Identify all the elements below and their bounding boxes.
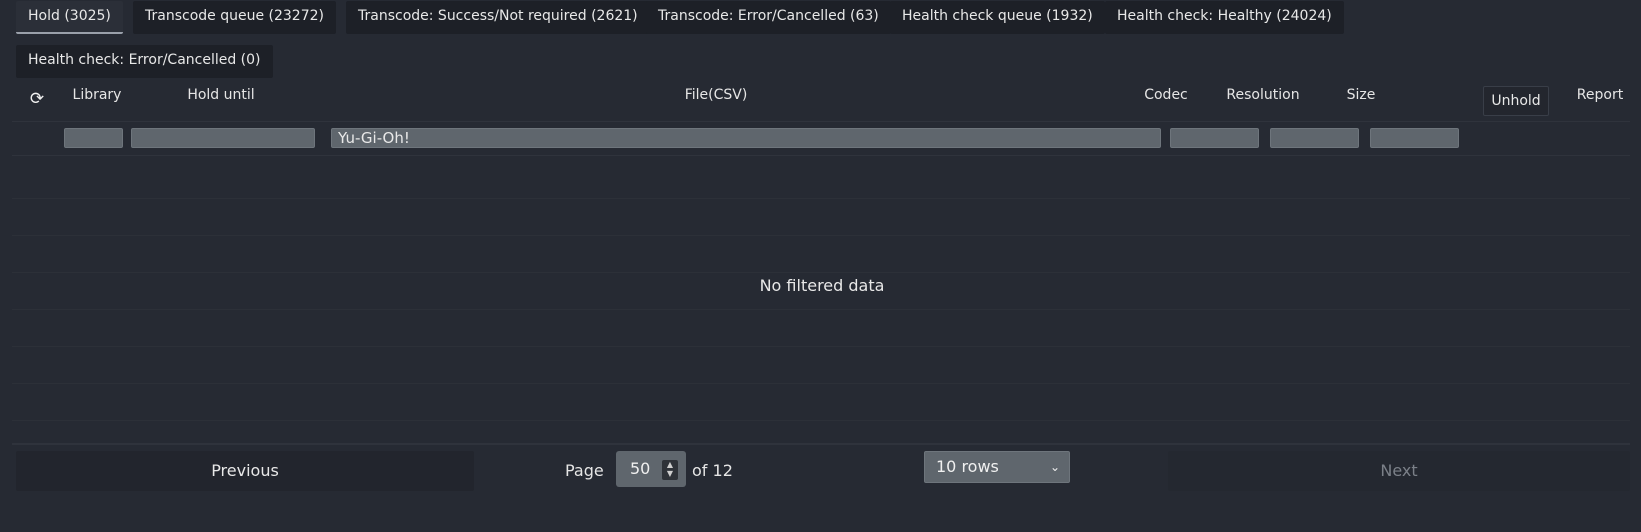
previous-button[interactable]: Previous	[16, 451, 474, 491]
column-resolution[interactable]: Resolution	[1214, 80, 1312, 122]
tab-health-check-queue[interactable]: Health check queue (1932)	[890, 1, 1105, 34]
row-divider	[12, 272, 1630, 273]
spinner-arrows-icon[interactable]: ▲ ▼	[662, 460, 678, 480]
rows-per-page-select[interactable]: 10 rows ⌄	[924, 451, 1070, 483]
chevron-down-icon: ⌄	[1049, 460, 1060, 474]
row-divider	[12, 346, 1630, 347]
column-library[interactable]: Library	[66, 80, 128, 122]
rows-per-page-value: 10 rows	[936, 457, 999, 476]
file-filter-input[interactable]: Yu-Gi-Oh!	[331, 128, 1161, 148]
filter-row: Yu-Gi-Oh!	[12, 122, 1630, 156]
resolution-filter-input[interactable]	[1270, 128, 1359, 148]
page-number-input[interactable]: 50 ▲ ▼	[616, 451, 686, 487]
row-divider	[12, 198, 1630, 199]
size-filter-input[interactable]	[1370, 128, 1459, 148]
column-hold-until[interactable]: Hold until	[132, 80, 310, 122]
empty-message: No filtered data	[759, 276, 885, 295]
next-button[interactable]: Next	[1168, 451, 1630, 491]
page-number-value: 50	[630, 459, 651, 478]
hold-table: ⟳ Library Hold until File(CSV) Codec Res…	[12, 80, 1630, 444]
codec-filter-input[interactable]	[1170, 128, 1259, 148]
column-file[interactable]: File(CSV)	[316, 80, 1116, 122]
row-divider	[12, 235, 1630, 236]
column-report[interactable]: Report	[1570, 80, 1630, 122]
page-label: Page	[565, 461, 604, 480]
row-divider	[12, 383, 1630, 384]
library-filter-input[interactable]	[64, 128, 123, 148]
pagination: Previous Page 50 ▲ ▼ of 12 10 rows ⌄ Next	[12, 443, 1630, 492]
tab-transcode-success[interactable]: Transcode: Success/Not required (2621)	[346, 1, 650, 34]
page-count-label: of 12	[692, 461, 733, 480]
tab-transcode-queue[interactable]: Transcode queue (23272)	[133, 1, 336, 34]
hold-until-filter-input[interactable]	[131, 128, 315, 148]
tab-health-check-error[interactable]: Health check: Error/Cancelled (0)	[16, 45, 273, 78]
column-size[interactable]: Size	[1314, 80, 1408, 122]
unhold-button[interactable]: Unhold	[1483, 86, 1549, 116]
tab-transcode-error[interactable]: Transcode: Error/Cancelled (63)	[646, 1, 891, 34]
tab-health-check-healthy[interactable]: Health check: Healthy (24024)	[1105, 1, 1344, 34]
refresh-icon[interactable]: ⟳	[26, 88, 48, 110]
tab-hold[interactable]: Hold (3025)	[16, 1, 123, 34]
row-divider	[12, 309, 1630, 310]
row-divider	[12, 420, 1630, 421]
column-codec[interactable]: Codec	[1120, 80, 1212, 122]
